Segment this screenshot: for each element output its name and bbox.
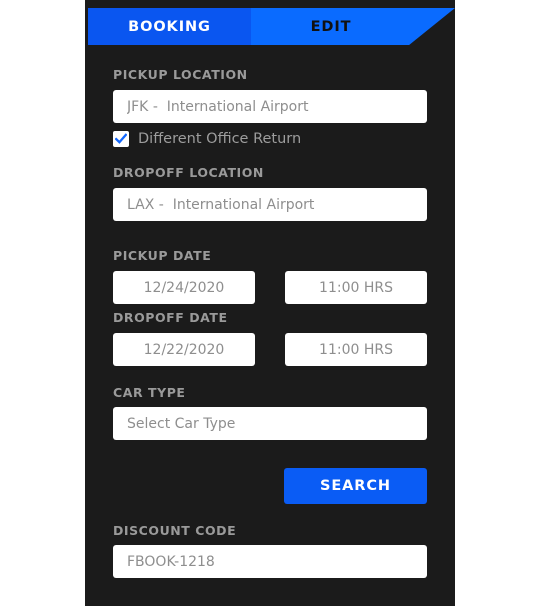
checkmark-icon <box>115 133 127 144</box>
discount-code-input[interactable] <box>113 545 427 578</box>
tab-bar: BOOKING EDIT <box>88 8 455 45</box>
pickup-date-input[interactable] <box>113 271 255 304</box>
pickup-date-label: PICKUP DATE <box>113 248 212 263</box>
pickup-time-input[interactable] <box>285 271 427 304</box>
pickup-location-input[interactable] <box>113 90 427 123</box>
car-type-label: CAR TYPE <box>113 385 186 400</box>
search-button[interactable]: SEARCH <box>284 468 427 504</box>
dropoff-time-input[interactable] <box>285 333 427 366</box>
dropoff-location-input[interactable] <box>113 188 427 221</box>
booking-widget: BOOKING EDIT PICKUP LOCATION Different O… <box>85 0 455 606</box>
booking-form: PICKUP LOCATION Different Office Return … <box>85 45 455 606</box>
different-office-return-checkbox[interactable] <box>113 131 129 147</box>
different-office-return-label: Different Office Return <box>138 131 302 147</box>
dropoff-date-input[interactable] <box>113 333 255 366</box>
dropoff-date-label: DROPOFF DATE <box>113 310 228 325</box>
dropoff-location-label: DROPOFF LOCATION <box>113 165 264 180</box>
tab-edit[interactable]: EDIT <box>251 8 455 45</box>
pickup-location-label: PICKUP LOCATION <box>113 67 248 82</box>
tab-booking[interactable]: BOOKING <box>88 8 251 45</box>
different-office-return-row[interactable]: Different Office Return <box>113 131 301 147</box>
car-type-select[interactable] <box>113 407 427 440</box>
discount-code-label: DISCOUNT CODE <box>113 523 237 538</box>
